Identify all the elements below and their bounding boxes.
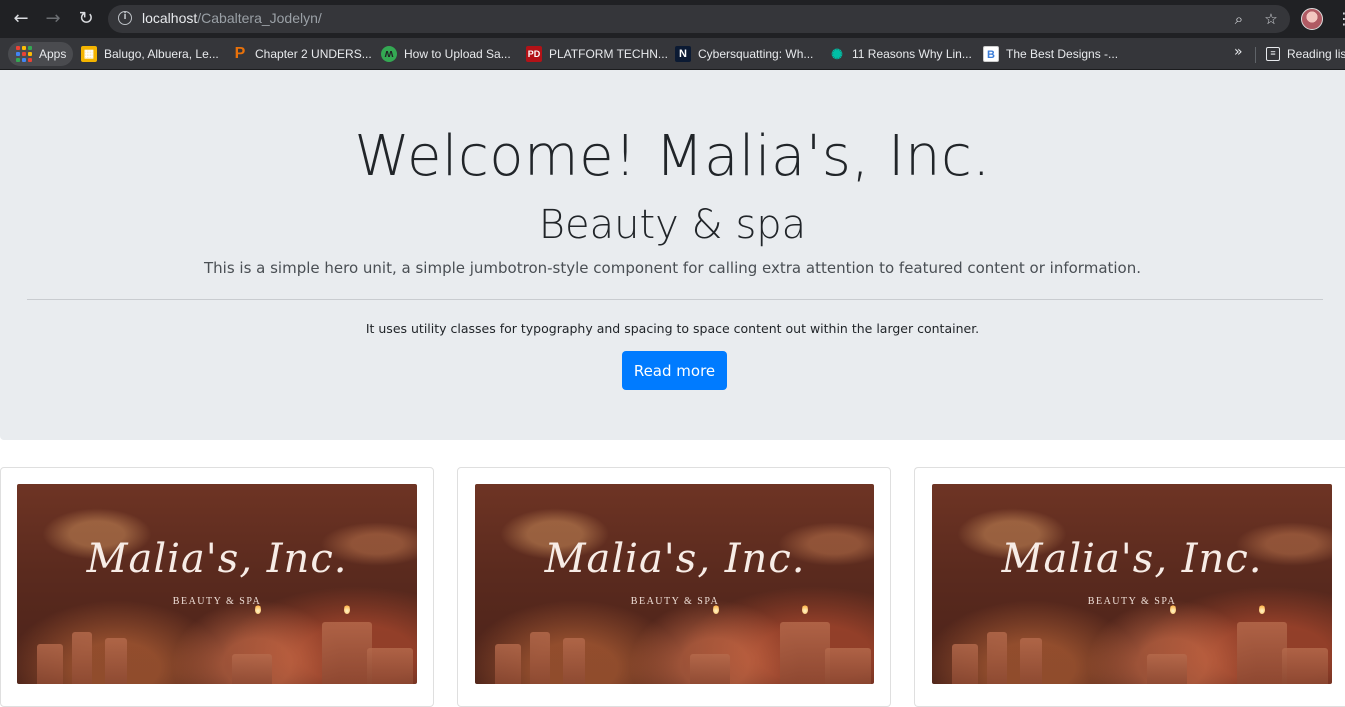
bookmarks-divider <box>1255 47 1256 63</box>
n-icon: N <box>675 46 691 62</box>
card: Malia's, Inc. BEAUTY & SPA <box>457 467 891 707</box>
pd-icon: PD <box>526 46 542 62</box>
bookmark-platform-techn[interactable]: PD PLATFORM TECHN... <box>526 42 668 66</box>
hero-body-text: It uses utility classes for typography a… <box>365 321 980 336</box>
hero-jumbotron: Welcome! Malia's, Inc. Beauty & spa This… <box>0 70 1345 440</box>
reading-list-label: Reading list <box>1287 47 1345 61</box>
bookmark-star-icon[interactable]: ☆ <box>1261 9 1281 29</box>
bookmark-balugo[interactable]: ▦ Balugo, Albuera, Le... <box>81 42 219 66</box>
browser-toolbar: ← → ↻ i localhost/Cabaltera_Jodelyn/ ⌕ ☆… <box>0 0 1345 38</box>
map-icon: ▦ <box>81 46 97 62</box>
menu-icon[interactable]: ⋮ <box>1336 8 1345 30</box>
card: Malia's, Inc. BEAUTY & SPA <box>914 467 1345 707</box>
profile-avatar[interactable] <box>1301 8 1323 30</box>
zoom-icon[interactable]: ⌕ <box>1229 9 1249 29</box>
upload-icon: ʍ <box>381 46 397 62</box>
url-text[interactable]: localhost/Cabaltera_Jodelyn/ <box>142 10 322 26</box>
logo-script-text: Malia's, Inc. <box>544 536 806 582</box>
bookmark-label: Chapter 2 UNDERS... <box>255 47 372 61</box>
card-image: Malia's, Inc. BEAUTY & SPA <box>17 484 417 684</box>
card: Malia's, Inc. BEAUTY & SPA <box>0 467 434 707</box>
reload-icon[interactable]: ↻ <box>75 8 97 30</box>
apps-grid-icon <box>16 46 32 62</box>
bookmark-label: PLATFORM TECHN... <box>549 47 668 61</box>
back-icon[interactable]: ← <box>10 8 32 30</box>
read-more-button[interactable]: Read more <box>622 351 727 390</box>
gear-icon: ✺ <box>831 46 843 62</box>
bookmark-apps[interactable]: Apps <box>8 42 74 66</box>
logo-script-text: Malia's, Inc. <box>1001 536 1263 582</box>
logo-subtext: BEAUTY & SPA <box>630 596 720 607</box>
card-image: Malia's, Inc. BEAUTY & SPA <box>932 484 1332 684</box>
site-info-icon[interactable]: i <box>118 11 132 25</box>
more-bookmarks-icon[interactable]: » <box>1234 44 1243 60</box>
bookmark-label: How to Upload Sa... <box>404 47 511 61</box>
bookmark-label: 11 Reasons Why Lin... <box>852 47 972 61</box>
bookmark-label: Apps <box>39 47 67 61</box>
bookmark-11-reasons[interactable]: ✺ 11 Reasons Why Lin... <box>829 42 972 66</box>
logo-script-text: Malia's, Inc. <box>86 536 348 582</box>
bookmark-best-designs[interactable]: B The Best Designs -... <box>983 42 1118 66</box>
hero-lead: This is a simple hero unit, a simple jum… <box>203 259 1142 277</box>
logo-subtext: BEAUTY & SPA <box>172 596 262 607</box>
bookmark-chapter-2[interactable]: P Chapter 2 UNDERS... <box>232 42 372 66</box>
hero-title: Welcome! Malia's, Inc. <box>354 124 991 189</box>
logo-subtext: BEAUTY & SPA <box>1087 596 1177 607</box>
b-icon: B <box>983 46 999 62</box>
forward-icon[interactable]: → <box>42 8 64 30</box>
bookmark-cybersquatting[interactable]: N Cybersquatting: Wh... <box>675 42 813 66</box>
address-bar[interactable]: i localhost/Cabaltera_Jodelyn/ ⌕ ☆ <box>108 5 1290 33</box>
bookmark-how-to-upload[interactable]: ʍ How to Upload Sa... <box>381 42 511 66</box>
bookmarks-bar: Apps ▦ Balugo, Albuera, Le... P Chapter … <box>0 38 1345 70</box>
card-image: Malia's, Inc. BEAUTY & SPA <box>475 484 874 684</box>
p-icon: P <box>234 45 246 62</box>
reading-list-icon: ≡ <box>1266 47 1280 61</box>
bookmark-label: Cybersquatting: Wh... <box>698 47 814 61</box>
bookmark-label: Balugo, Albuera, Le... <box>104 47 219 61</box>
hero-divider <box>27 299 1323 300</box>
reading-list-button[interactable]: ≡ Reading list <box>1266 42 1345 66</box>
hero-subtitle: Beauty & spa <box>538 202 807 248</box>
bookmark-label: The Best Designs -... <box>1006 47 1119 61</box>
